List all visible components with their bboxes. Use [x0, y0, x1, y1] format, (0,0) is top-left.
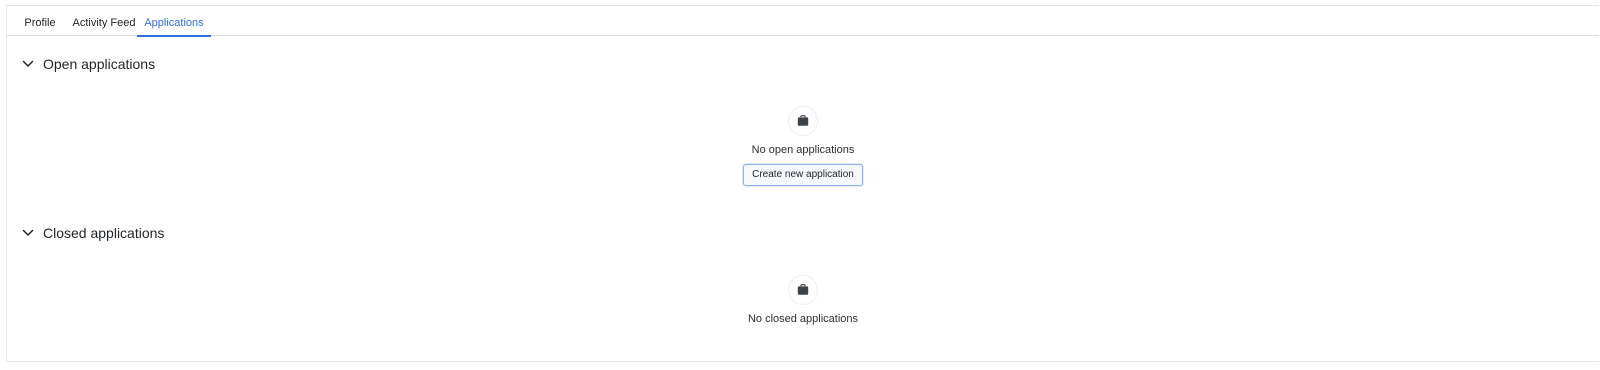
- open-applications-empty-state: No open applications Create new applicat…: [7, 106, 1599, 186]
- briefcase-icon: [797, 115, 809, 126]
- closed-applications-empty-state: No closed applications: [7, 275, 1599, 325]
- open-applications-empty-text: No open applications: [751, 144, 855, 156]
- open-applications-toggle[interactable]: Open applications: [21, 54, 155, 74]
- open-applications-icon-container: [788, 106, 818, 136]
- create-new-application-button[interactable]: Create new application: [743, 164, 863, 186]
- tab-bar: Profile Activity Feed Applications: [7, 6, 1599, 37]
- chevron-down-icon: [22, 229, 34, 236]
- closed-applications-title: Closed applications: [43, 225, 165, 241]
- chevron-down-icon: [22, 60, 34, 67]
- briefcase-icon: [797, 284, 809, 295]
- tab-applications[interactable]: Applications: [137, 6, 211, 37]
- closed-applications-empty-text: No closed applications: [747, 313, 859, 325]
- tab-activity-feed[interactable]: Activity Feed: [65, 6, 143, 36]
- open-applications-title: Open applications: [43, 56, 156, 72]
- applications-panel: Profile Activity Feed Applications Open …: [6, 5, 1599, 362]
- tab-profile[interactable]: Profile: [15, 6, 65, 36]
- closed-applications-toggle[interactable]: Closed applications: [21, 223, 164, 243]
- closed-applications-icon-container: [788, 275, 818, 305]
